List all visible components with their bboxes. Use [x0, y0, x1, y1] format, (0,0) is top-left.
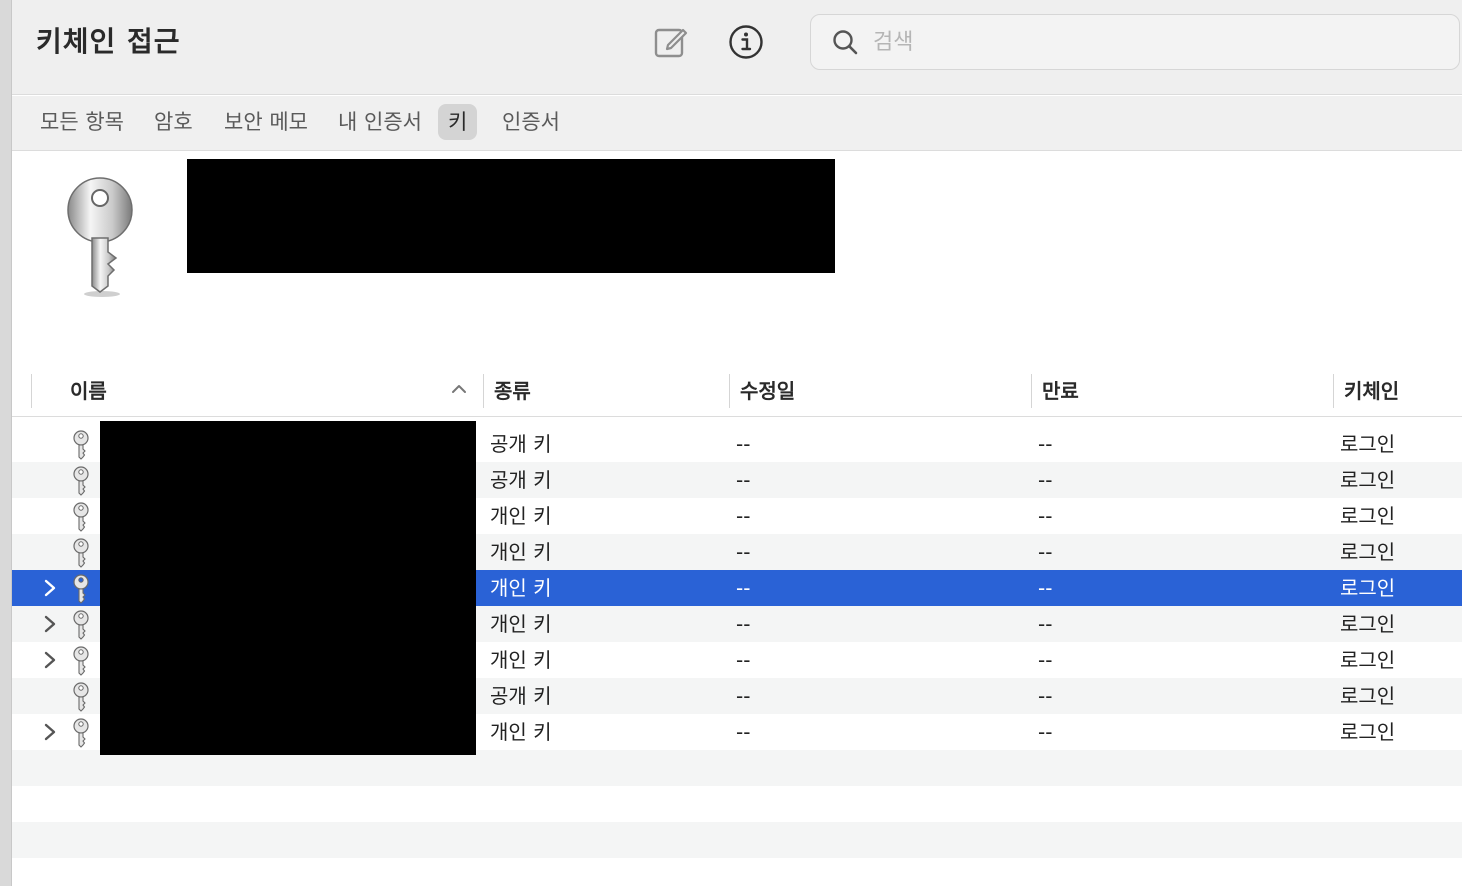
- expires-cell: --: [1038, 504, 1053, 528]
- search-field[interactable]: [810, 14, 1460, 70]
- modified-cell: --: [736, 684, 751, 708]
- key-icon: [72, 502, 90, 537]
- app-title: 키체인 접근: [36, 25, 181, 58]
- key-icon: [72, 646, 90, 681]
- toolbar: 키체인 접근: [12, 0, 1462, 95]
- tab-certificates[interactable]: 인증서: [492, 104, 570, 140]
- sort-ascending-icon[interactable]: [450, 380, 468, 398]
- modified-cell: --: [736, 720, 751, 744]
- key-icon: [72, 430, 90, 465]
- column-header-expires[interactable]: 만료: [1032, 374, 1079, 408]
- modified-cell: --: [736, 612, 751, 636]
- item-detail-header: [12, 152, 1462, 370]
- column-header-keychain[interactable]: 키체인: [1334, 374, 1399, 408]
- tab-secure-notes[interactable]: 보안 메모: [214, 104, 318, 140]
- expires-cell: --: [1038, 720, 1053, 744]
- expires-cell: --: [1038, 540, 1053, 564]
- key-icon: [67, 177, 133, 297]
- key-icon: [72, 538, 90, 573]
- disclosure-chevron-icon[interactable]: [42, 614, 58, 639]
- key-icon: [72, 466, 90, 501]
- modified-cell: --: [736, 504, 751, 528]
- empty-row: [12, 750, 1462, 786]
- modified-cell: --: [736, 468, 751, 492]
- keychain-cell: 로그인: [1340, 576, 1396, 600]
- modified-cell: --: [736, 432, 751, 456]
- edit-button[interactable]: [650, 22, 690, 62]
- info-circle-icon: [729, 25, 763, 59]
- key-icon: [72, 574, 90, 609]
- kind-cell: 개인 키: [490, 648, 552, 672]
- expires-cell: --: [1038, 612, 1053, 636]
- search-icon: [833, 30, 858, 55]
- key-icon: [72, 718, 90, 753]
- disclosure-chevron-icon[interactable]: [42, 578, 58, 603]
- disclosure-chevron-icon[interactable]: [42, 650, 58, 675]
- redacted-item-name: [187, 159, 835, 273]
- search-input[interactable]: [873, 29, 1433, 55]
- key-icon: [72, 682, 90, 717]
- expires-cell: --: [1038, 432, 1053, 456]
- kind-cell: 개인 키: [490, 720, 552, 744]
- keychain-cell: 로그인: [1340, 432, 1396, 456]
- square-and-pencil-icon: [654, 28, 688, 58]
- category-tabs: 모든 항목 암호 보안 메모 내 인증서 키 인증서: [12, 96, 1462, 151]
- keychain-cell: 로그인: [1340, 504, 1396, 528]
- info-button[interactable]: [726, 22, 766, 62]
- keychain-window: 키체인 접근 모든 항목 암호 보안 메모 내 인증서: [12, 0, 1462, 886]
- redacted-names-column: [100, 421, 476, 755]
- keychain-cell: 로그인: [1340, 684, 1396, 708]
- column-separator: [31, 374, 32, 408]
- window-edge: [0, 0, 12, 886]
- expires-cell: --: [1038, 684, 1053, 708]
- tab-all-items[interactable]: 모든 항목: [30, 104, 134, 140]
- kind-cell: 공개 키: [490, 432, 552, 456]
- column-header-name[interactable]: 이름: [60, 374, 107, 408]
- column-header-kind[interactable]: 종류: [484, 374, 531, 408]
- kind-cell: 공개 키: [490, 468, 552, 492]
- empty-row: [12, 822, 1462, 858]
- empty-row: [12, 786, 1462, 822]
- keychain-cell: 로그인: [1340, 720, 1396, 744]
- tab-keys[interactable]: 키: [438, 104, 478, 140]
- kind-cell: 개인 키: [490, 504, 552, 528]
- expires-cell: --: [1038, 468, 1053, 492]
- empty-row: [12, 858, 1462, 894]
- kind-cell: 개인 키: [490, 576, 552, 600]
- key-icon: [72, 610, 90, 645]
- modified-cell: --: [736, 576, 751, 600]
- tab-my-certificates[interactable]: 내 인증서: [328, 104, 432, 140]
- modified-cell: --: [736, 540, 751, 564]
- modified-cell: --: [736, 648, 751, 672]
- column-header-modified[interactable]: 수정일: [730, 374, 795, 408]
- expires-cell: --: [1038, 648, 1053, 672]
- keychain-cell: 로그인: [1340, 612, 1396, 636]
- tab-passwords[interactable]: 암호: [144, 104, 203, 140]
- kind-cell: 개인 키: [490, 612, 552, 636]
- expires-cell: --: [1038, 576, 1053, 600]
- keychain-cell: 로그인: [1340, 468, 1396, 492]
- table-header: 이름 종류 수정일 만료 키체인: [12, 370, 1462, 417]
- disclosure-chevron-icon[interactable]: [42, 722, 58, 747]
- keychain-cell: 로그인: [1340, 648, 1396, 672]
- kind-cell: 개인 키: [490, 540, 552, 564]
- keychain-cell: 로그인: [1340, 540, 1396, 564]
- kind-cell: 공개 키: [490, 684, 552, 708]
